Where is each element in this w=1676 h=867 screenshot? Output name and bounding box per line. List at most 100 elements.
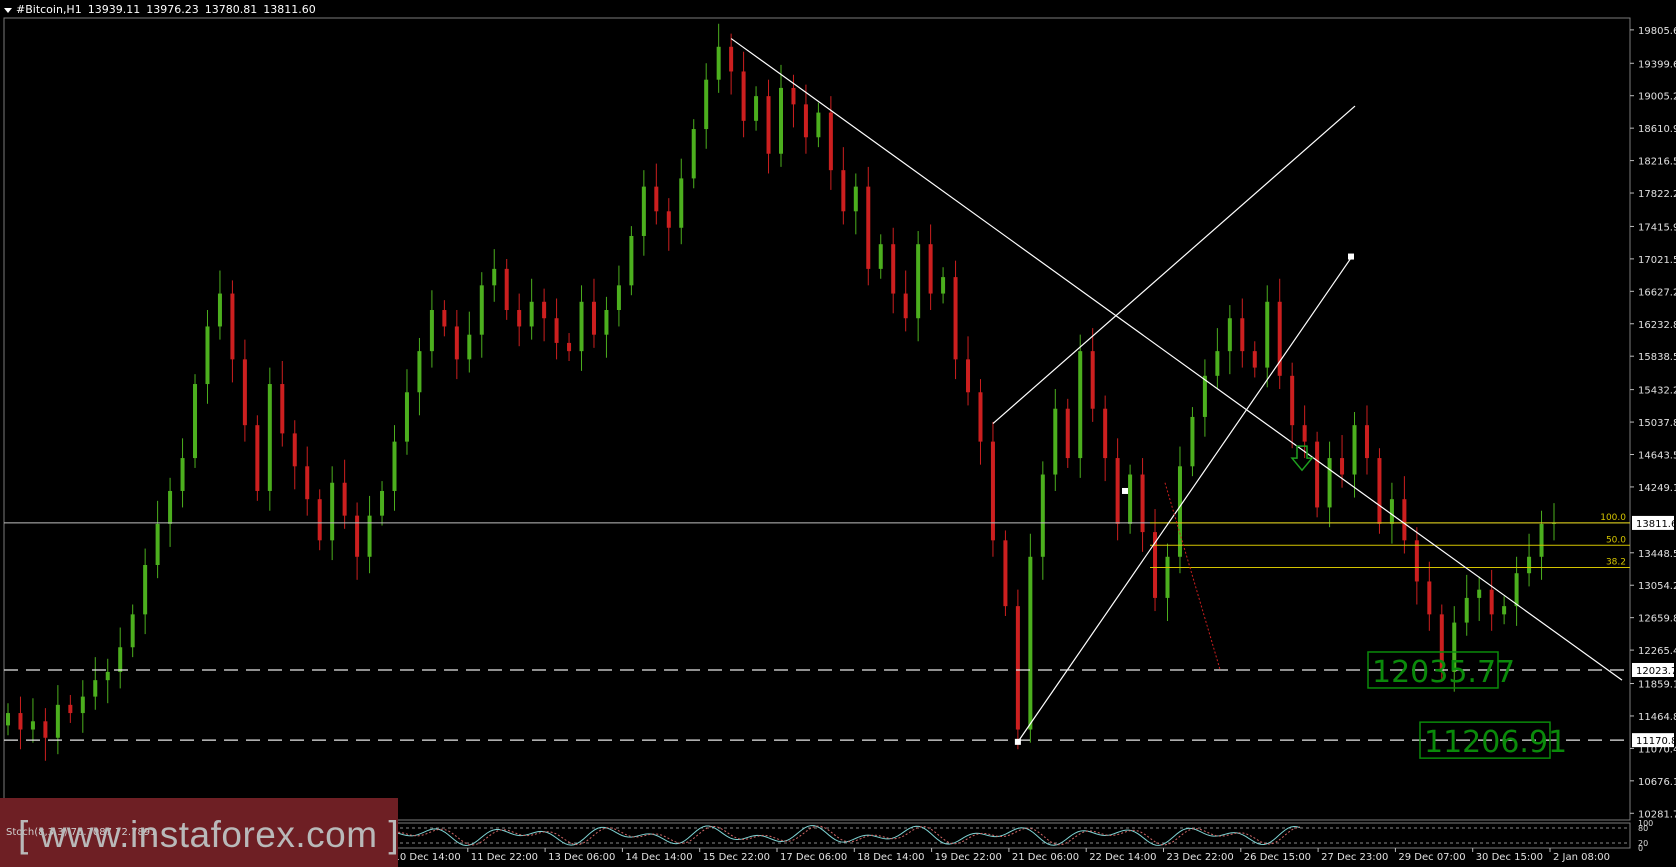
candle-body xyxy=(816,112,821,138)
close-value: 13811.60 xyxy=(263,3,316,16)
candle-body xyxy=(118,647,123,672)
candle-body xyxy=(716,46,721,80)
candle-body xyxy=(267,384,272,491)
y-tick-label: 18610.90 xyxy=(1638,124,1676,135)
candle-body xyxy=(392,441,397,491)
y-tick-label: 12659.80 xyxy=(1638,614,1676,625)
candle-body xyxy=(517,310,522,327)
candle-body xyxy=(766,96,771,154)
x-tick-label: 30 Dec 15:00 xyxy=(1476,852,1543,863)
candle-body xyxy=(317,499,322,541)
candle-body xyxy=(1265,301,1270,368)
candle-body xyxy=(342,482,347,516)
candle-body xyxy=(479,285,484,335)
candle-body xyxy=(966,359,971,393)
candle-body xyxy=(217,293,222,327)
y-tick-label: 13448.50 xyxy=(1638,549,1676,560)
candle-body xyxy=(105,671,110,681)
fib-level-label: 38.2 xyxy=(1606,557,1626,567)
candle-body xyxy=(1539,523,1544,557)
candle-body xyxy=(1277,301,1282,376)
candle-body xyxy=(679,178,684,228)
x-tick-label: 2 Jan 08:00 xyxy=(1553,852,1610,863)
trendline xyxy=(730,38,1623,681)
x-tick-label: 10 Dec 14:00 xyxy=(394,852,461,863)
y-tick-label: 11859.15 xyxy=(1638,680,1676,691)
candle-body xyxy=(1240,318,1245,352)
candle-body xyxy=(292,433,297,467)
candle-body xyxy=(18,713,23,730)
open-value: 13939.11 xyxy=(87,3,141,16)
candle-body xyxy=(143,565,148,615)
candle-body xyxy=(567,342,572,352)
candle-body xyxy=(1090,351,1095,409)
candle-body xyxy=(891,244,896,294)
candle-body xyxy=(1115,458,1120,524)
candle-body xyxy=(928,244,933,294)
candle-body xyxy=(1364,425,1369,459)
candle-body xyxy=(467,334,472,360)
candle-body xyxy=(629,235,634,286)
x-tick-label: 21 Dec 06:00 xyxy=(1012,852,1079,863)
x-tick-label: 17 Dec 06:00 xyxy=(780,852,847,863)
candle-body xyxy=(704,79,709,130)
candle-body xyxy=(504,268,509,311)
candle-body xyxy=(941,277,946,294)
candle-body xyxy=(1215,351,1220,376)
candle-body xyxy=(1140,474,1145,533)
candle-body xyxy=(1065,408,1070,459)
candle-body xyxy=(1227,318,1232,352)
y-tick-label: 14643.50 xyxy=(1638,450,1676,461)
candle-body xyxy=(305,466,310,500)
stochastic-scale-label: 0 xyxy=(1638,844,1643,853)
candle-body xyxy=(1202,375,1207,417)
candle-body xyxy=(43,721,48,738)
candle-body xyxy=(330,482,335,541)
candle-body xyxy=(367,515,372,557)
candle-body xyxy=(803,104,808,138)
y-tick-label: 16232.85 xyxy=(1638,320,1676,331)
x-tick-label: 11 Dec 22:00 xyxy=(471,852,538,863)
candle-body xyxy=(853,186,858,212)
menu-triangle-icon[interactable] xyxy=(4,7,12,13)
candle-body xyxy=(355,515,360,557)
candle-body xyxy=(1327,458,1332,508)
y-tick-label: 12265.45 xyxy=(1638,646,1676,657)
trendline-handle xyxy=(1348,253,1354,260)
candle-body xyxy=(754,96,759,121)
x-tick-label: 27 Dec 23:00 xyxy=(1321,852,1388,863)
candle-body xyxy=(616,285,621,311)
candle-body xyxy=(454,326,459,360)
level-value-label: 12035.77 xyxy=(1372,655,1515,690)
candle-body xyxy=(953,277,958,360)
candle-body xyxy=(1340,458,1345,475)
candle-body xyxy=(1128,474,1133,524)
candle-body xyxy=(666,211,671,228)
candle-body xyxy=(1177,466,1182,557)
x-tick-label: 23 Dec 22:00 xyxy=(1167,852,1234,863)
candle-body xyxy=(866,186,871,269)
candle-body xyxy=(1053,408,1058,475)
candle-body xyxy=(130,614,135,648)
candle-body xyxy=(242,359,247,426)
candle-body xyxy=(641,186,646,236)
candle-body xyxy=(180,458,185,491)
candle-body xyxy=(529,301,534,327)
candle-body xyxy=(828,112,833,171)
candle-body xyxy=(1477,589,1482,598)
symbol-label: #Bitcoin,H1 xyxy=(16,3,82,16)
candle-body xyxy=(1427,581,1432,615)
candle-body xyxy=(1402,499,1407,541)
candle-body xyxy=(55,704,60,738)
candle-body xyxy=(30,721,35,730)
candle-body xyxy=(280,384,285,434)
candle-body xyxy=(1514,573,1519,607)
y-tick-label: 14249.15 xyxy=(1638,483,1676,494)
candle-body xyxy=(6,713,10,726)
fib-level-label: 50.0 xyxy=(1606,535,1626,545)
candle-body xyxy=(779,87,783,154)
price-chart: 19805.60 19399.60 19005.25 18610.90 18216.55… xyxy=(3,17,1676,863)
candle-body xyxy=(80,696,85,714)
candle-body xyxy=(554,318,559,343)
candle-body xyxy=(1078,351,1083,459)
